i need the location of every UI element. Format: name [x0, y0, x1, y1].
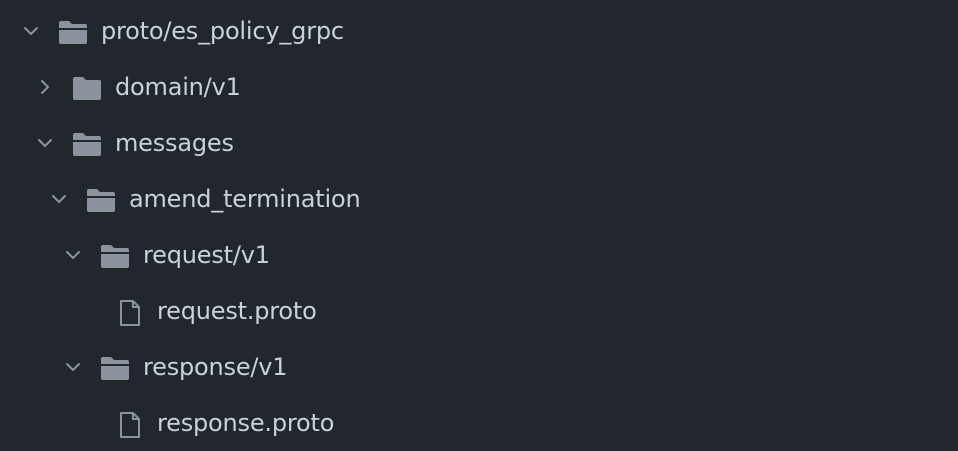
folder-open-icon	[73, 133, 101, 156]
chevron-down-icon[interactable]	[64, 246, 82, 264]
tree-row-amend-termination[interactable]: amend_termination	[0, 171, 958, 227]
tree-row-proto-es-policy-grpc[interactable]: proto/es_policy_grpc	[0, 3, 958, 59]
tree-row-label: domain/v1	[115, 73, 241, 101]
file-tree: proto/es_policy_grpc domain/v1 messages …	[0, 0, 958, 446]
tree-row-request-proto[interactable]: request.proto	[0, 283, 958, 339]
folder-open-icon	[87, 189, 115, 212]
tree-row-messages[interactable]: messages	[0, 115, 958, 171]
tree-row-label: response/v1	[143, 353, 288, 381]
tree-row-label: response.proto	[157, 409, 335, 437]
tree-row-label: messages	[115, 129, 234, 157]
chevron-down-icon[interactable]	[22, 22, 40, 40]
folder-open-icon	[101, 245, 129, 268]
chevron-down-icon[interactable]	[64, 358, 82, 376]
chevron-down-icon[interactable]	[36, 134, 54, 152]
tree-row-domain-v1[interactable]: domain/v1	[0, 59, 958, 115]
tree-row-label: request/v1	[143, 241, 270, 269]
tree-row-label: request.proto	[157, 297, 317, 325]
chevron-down-icon[interactable]	[50, 190, 68, 208]
folder-open-icon	[59, 21, 87, 44]
chevron-right-icon[interactable]	[36, 78, 54, 96]
tree-row-request-v1[interactable]: request/v1	[0, 227, 958, 283]
tree-row-response-proto[interactable]: response.proto	[0, 395, 958, 451]
file-icon	[120, 300, 140, 326]
tree-row-label: proto/es_policy_grpc	[101, 17, 344, 45]
file-icon	[120, 412, 140, 438]
tree-row-response-v1[interactable]: response/v1	[0, 339, 958, 395]
folder-open-icon	[101, 357, 129, 380]
folder-icon	[73, 77, 101, 100]
tree-row-label: amend_termination	[129, 185, 361, 213]
